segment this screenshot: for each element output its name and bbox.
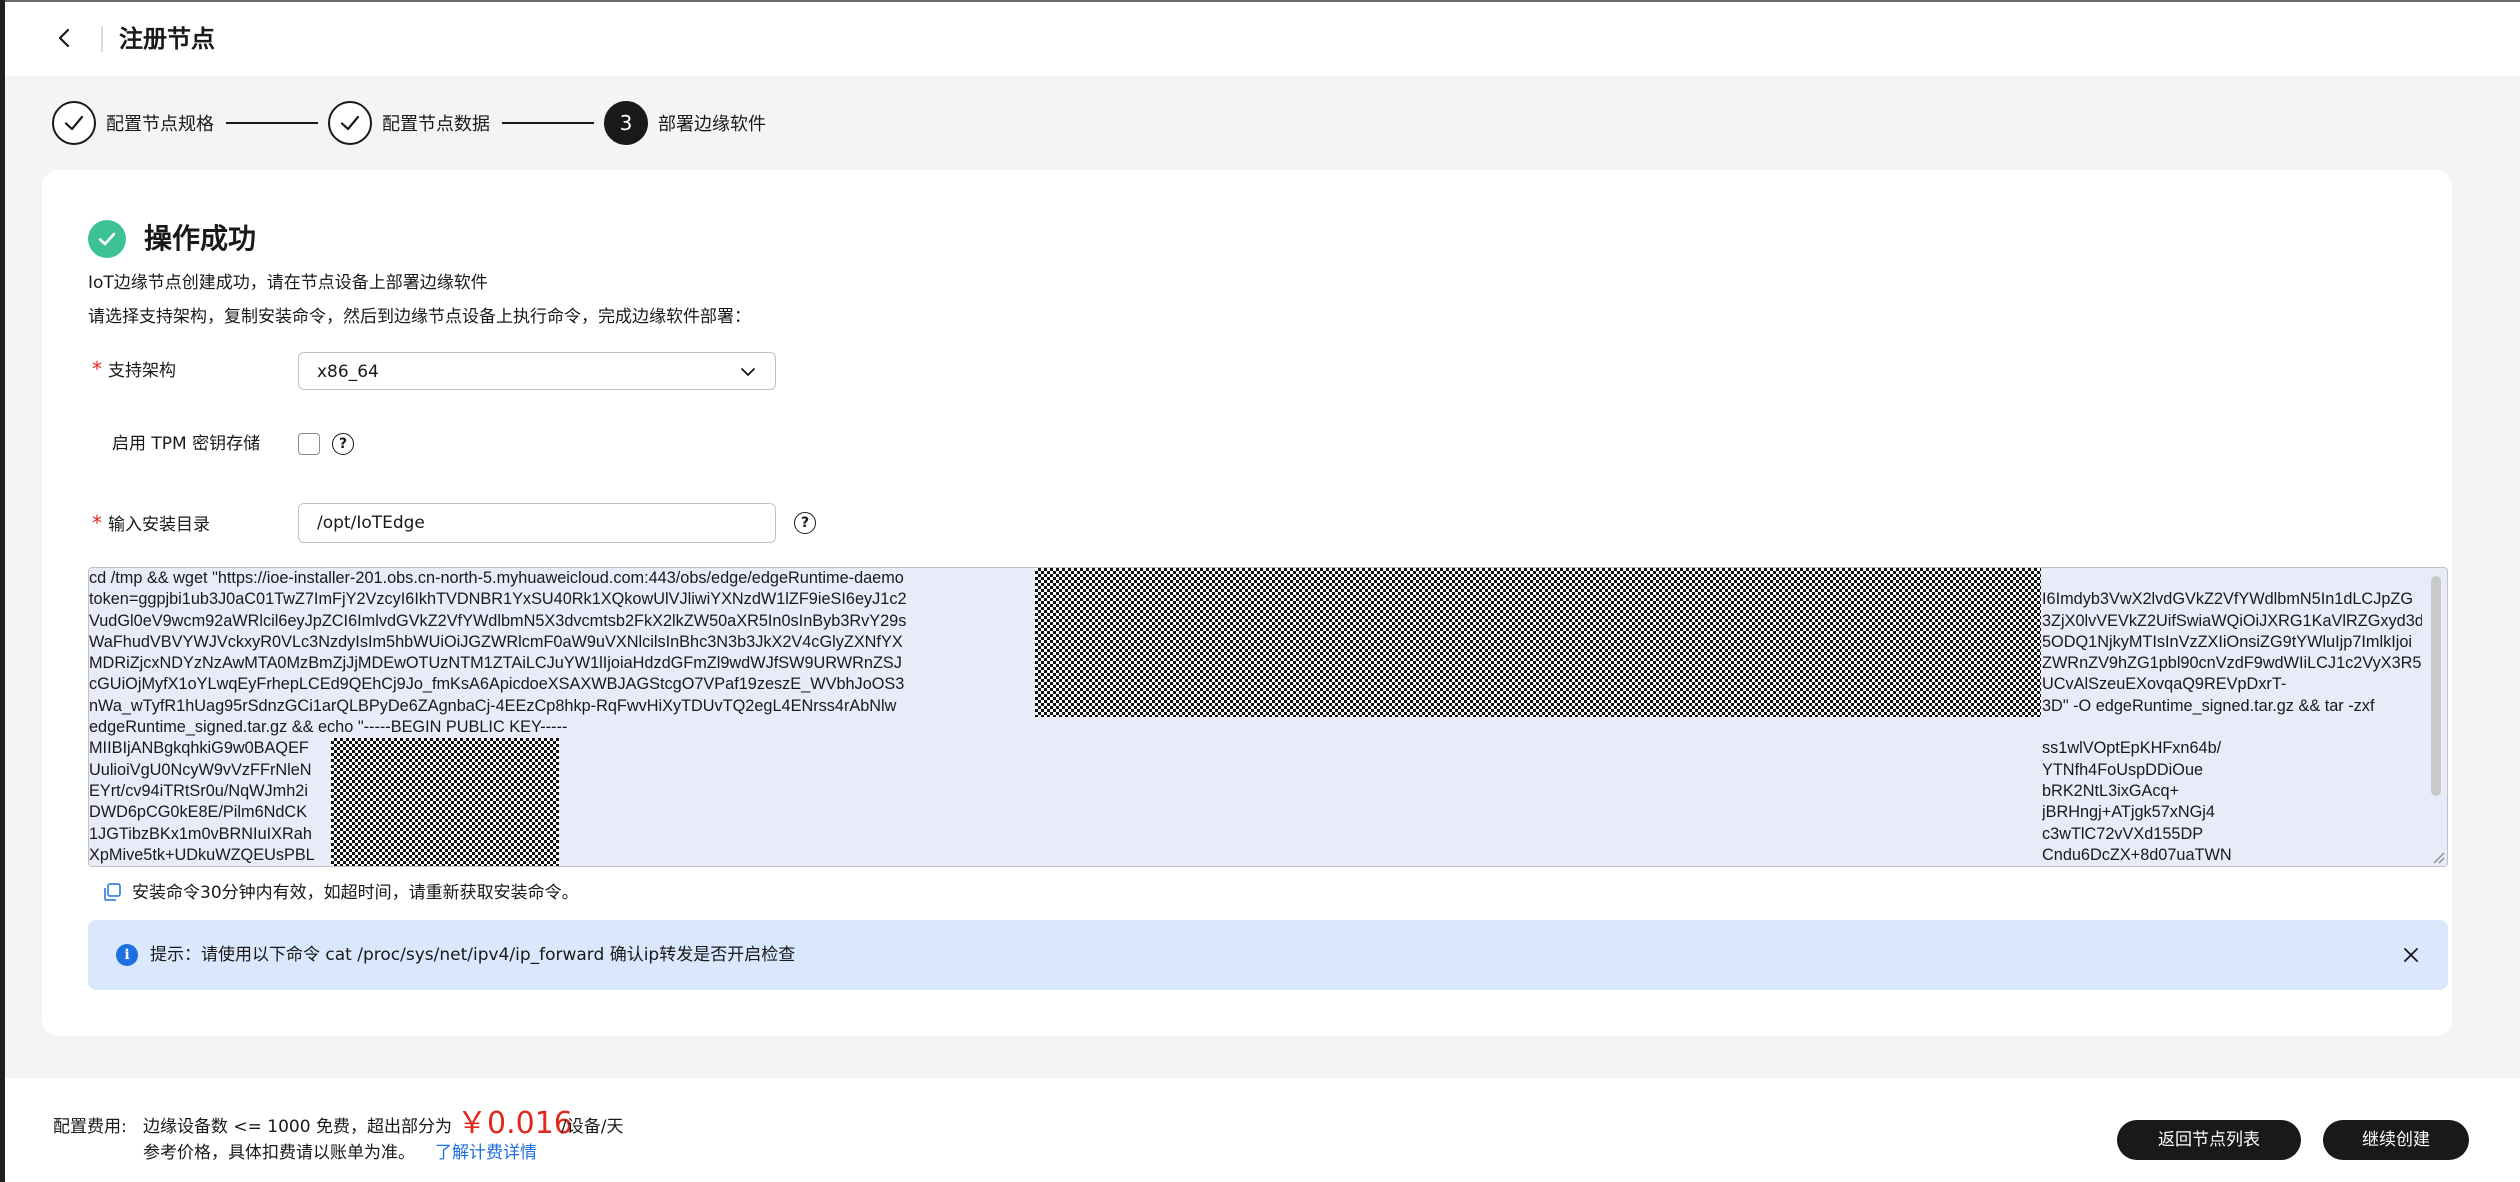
help-icon[interactable]: ?: [794, 512, 816, 534]
fee-label: 配置费用:: [53, 1117, 127, 1137]
install-dir-input[interactable]: [298, 503, 776, 543]
step-number: 3: [604, 101, 648, 145]
window-left-edge: [0, 0, 5, 1182]
step-2: 配置节点数据: [328, 98, 490, 148]
step-connector: [502, 122, 594, 124]
step-label: 配置节点规格: [106, 114, 214, 135]
success-description: IoT边缘节点创建成功，请在节点设备上部署边缘软件: [88, 273, 488, 293]
required-mark: *: [92, 357, 102, 381]
page-title: 注册节点: [119, 25, 215, 53]
arch-select[interactable]: x86_64: [298, 352, 776, 390]
required-mark: *: [92, 511, 102, 535]
arch-select-value: x86_64: [317, 362, 379, 382]
tpm-label: 启用 TPM 密钥存储: [112, 434, 261, 454]
step-done-icon: [328, 101, 372, 145]
back-button[interactable]: [51, 24, 79, 52]
step-1: 配置节点规格: [52, 98, 214, 148]
instruction-text: 请选择支持架构，复制安装命令，然后到边缘节点设备上执行命令，完成边缘软件部署：: [88, 307, 751, 327]
header-divider: [101, 26, 103, 52]
dir-label: * 输入安装目录: [92, 510, 210, 538]
notice-text: 提示：请使用以下命令 cat /proc/sys/net/ipv4/ip_for…: [150, 945, 796, 965]
success-title: 操作成功: [144, 222, 257, 255]
fee-text: 边缘设备数 <= 1000 免费，超出部分为: [143, 1117, 452, 1137]
step-label: 配置节点数据: [382, 114, 490, 135]
step-label: 部署边缘软件: [658, 114, 766, 135]
help-icon[interactable]: ?: [332, 433, 354, 455]
fee-unit: /设备/天: [561, 1117, 624, 1137]
reference-text: 参考价格，具体扣费请以账单为准。: [143, 1143, 415, 1163]
footer-bar: 配置费用: 边缘设备数 <= 1000 免费，超出部分为 ￥0.016 /设备/…: [5, 1078, 2520, 1182]
redacted-region: [331, 738, 559, 866]
step-done-icon: [52, 101, 96, 145]
continue-create-button[interactable]: 继续创建: [2323, 1120, 2469, 1160]
tpm-checkbox[interactable]: [298, 433, 320, 455]
command-text-right: I6Imdyb3VwX2lvdGVkZ2VfYWdlbmN5In1dLCJpZG…: [2042, 590, 2422, 864]
page-header: 注册节点: [5, 2, 2520, 76]
close-icon[interactable]: [2400, 944, 2422, 966]
install-command-textarea[interactable]: cd /tmp && wget "https://ioe-installer-2…: [88, 567, 2448, 867]
chevron-down-icon: [741, 368, 755, 376]
wizard-steps: 配置节点规格 配置节点数据 3 部署边缘软件: [52, 98, 1052, 148]
step-3: 3 部署边缘软件: [604, 98, 766, 148]
resize-handle-icon[interactable]: [2429, 848, 2445, 864]
main-card: 操作成功 IoT边缘节点创建成功，请在节点设备上部署边缘软件 请选择支持架构，复…: [42, 170, 2452, 1036]
step-connector: [226, 122, 318, 124]
notice-bar: i 提示：请使用以下命令 cat /proc/sys/net/ipv4/ip_f…: [88, 920, 2448, 990]
arch-label-text: 支持架构: [108, 361, 176, 381]
validity-note: 安装命令30分钟内有效，如超时间，请重新获取安装命令。: [132, 883, 579, 903]
copy-icon[interactable]: [102, 882, 122, 902]
redacted-region: [1035, 568, 2041, 717]
back-to-list-button[interactable]: 返回节点列表: [2117, 1120, 2301, 1160]
success-check-icon: [88, 220, 126, 258]
fee-price: ￥0.016: [457, 1106, 573, 1141]
dir-label-text: 输入安装目录: [108, 515, 210, 535]
billing-detail-link[interactable]: 了解计费详情: [435, 1140, 537, 1166]
chevron-left-icon: [58, 28, 70, 48]
info-icon: i: [116, 944, 138, 966]
scrollbar[interactable]: [2431, 576, 2441, 796]
arch-label: * 支持架构: [92, 356, 176, 384]
